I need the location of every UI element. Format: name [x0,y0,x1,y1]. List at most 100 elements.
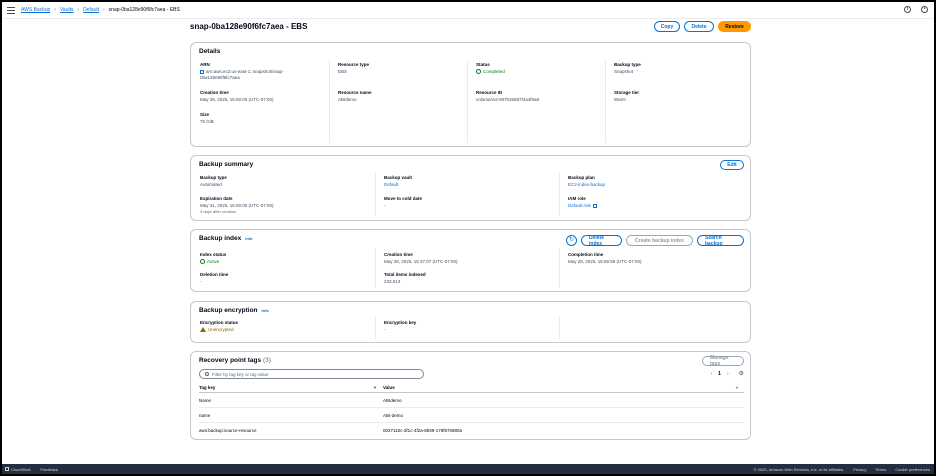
encryption-info-link[interactable]: Info [262,308,269,313]
vault-field: Backup vault Default [384,175,412,188]
column-tag-key-label: Tag key [199,384,216,390]
sort-icon[interactable]: ▼ [373,385,377,390]
encryption-status-label: Encryption status [200,320,239,325]
copy-icon[interactable] [200,69,204,74]
tags-title: Recovery point tags [199,357,262,364]
column-value-label: Value [383,384,395,390]
vault-label: Backup vault [384,175,413,180]
delete-button[interactable]: Delete [684,21,714,32]
items-indexed-field: Total items indexed 233,613 [384,272,426,285]
page-title: snap-0ba128e90f6fc7aea - EBS [190,22,308,31]
feedback-link[interactable]: Feedback [40,467,58,472]
backup-type-value: Snapshot [614,69,634,74]
resource-id-field: Resource ID volume/vol-087b35887f4a4f9a8 [476,90,539,103]
encryption-status-field: Encryption status Unencrypted [200,320,238,333]
search-icon [205,372,209,376]
column-tag-key[interactable]: Tag key ▼ [199,385,383,390]
cloudshell-button[interactable]: CloudShell [5,467,30,472]
encryption-key-value: - [384,327,386,332]
column-value[interactable]: Value ▿ [383,385,744,390]
page-number[interactable]: 1 [718,371,721,377]
index-creation-label: Creation time [384,252,413,257]
backup-index-panel: Backup index Info ↻ Delete index Create b… [190,229,751,292]
plan-link[interactable]: EC2-index-backup [568,182,605,188]
breadcrumb: AWS Backup › Vaults › Default › snap-0ba… [21,7,180,13]
settings-icon[interactable]: • [921,6,928,13]
plan-field: Backup plan EC2-index-backup [568,175,605,188]
backup-type-field: Backup type Snapshot [614,62,641,75]
edit-button[interactable]: Edit [720,160,744,170]
cookie-preferences-link[interactable]: Cookie preferences [895,467,930,472]
iam-field: IAM role Default role [568,196,598,209]
terms-link[interactable]: Terms [875,467,886,472]
iam-label: IAM role [568,196,586,201]
status-success-icon [476,69,481,75]
cold-label: Move to cold date [384,196,423,201]
chevron-left-icon[interactable]: ‹ [710,371,712,377]
deletion-time-field: Deletion time - [200,272,228,285]
deletion-time-label: Deletion time [200,272,229,277]
index-status-label: Index status [200,252,227,257]
chevron-right-icon: › [54,7,56,13]
backup-summary-panel: Backup summary Edit Backup type Automate… [190,155,751,221]
restore-button[interactable]: Restore [718,21,751,32]
vault-link[interactable]: Default [384,182,412,188]
warning-icon [200,327,206,333]
storage-tier-value: Warm [614,97,626,102]
info-icon[interactable]: i [904,6,911,13]
details-title: Details [199,48,221,55]
size-label: Size [200,112,210,117]
resource-id-label: Resource ID [476,90,503,95]
main-content: snap-0ba128e90f6fc7aea - EBS Copy Delete… [189,18,751,440]
top-navigation: AWS Backup › Vaults › Default › snap-0ba… [2,2,934,19]
gear-icon[interactable]: ⚙ [739,370,744,377]
delete-index-button[interactable]: Delete index [581,235,622,247]
tag-value-cell: ABIdemo [383,397,402,403]
expiration-sub: 3 days after creation [200,209,237,214]
index-creation-value: May 28, 2025, 15:37:07 (UTC-07:00) [384,259,458,264]
menu-icon[interactable] [7,6,15,14]
arn-field: ARN arn:aws:ec2:us-east-1::snapshot/snap… [200,62,284,81]
index-completion-field: Completion time May 28, 2025, 15:56:59 (… [568,252,642,265]
tags-panel: Recovery point tags (3) Manage tags Filt… [190,351,751,440]
index-info-link[interactable]: Info [245,236,252,241]
resource-type-label: Resource type [338,62,370,67]
storage-tier-label: Storage tier [614,90,640,95]
resource-name-field: Resource name ABIdemo [338,90,372,103]
encryption-title-row: Backup encryption Info [199,307,269,314]
sort-icon[interactable]: ▿ [736,385,738,390]
summary-backup-type-value: Automated [200,182,222,187]
chevron-right-icon: › [103,7,105,13]
tag-filter-input[interactable]: Filter by tag key or tag value [199,369,424,379]
summary-backup-type-field: Backup type Automated [200,175,227,188]
refresh-icon[interactable]: ↻ [566,235,577,246]
index-creation-field: Creation time May 28, 2025, 15:37:07 (UT… [384,252,458,265]
creation-time-value: May 28, 2025, 15:00:00 (UTC-07:00) [200,97,274,102]
search-backup-button[interactable]: Search backup [697,235,744,247]
breadcrumb-default[interactable]: Default [83,7,99,13]
chevron-right-icon[interactable]: › [727,371,729,377]
chevron-right-icon: › [77,7,80,13]
table-row: Name ABIdemo [199,393,744,408]
privacy-link[interactable]: Privacy [853,467,866,472]
resource-id-value: volume/vol-087b35887f4a4f9a8 [476,97,540,102]
breadcrumb-vaults[interactable]: Vaults [60,7,74,13]
copy-button[interactable]: Copy [654,21,680,32]
tags-count: (3) [262,357,271,364]
encryption-status-value: Unencrypted [208,327,234,332]
resource-name-value: ABIdemo [338,97,357,102]
summary-backup-type-label: Backup type [200,175,227,180]
summary-title: Backup summary [199,161,254,168]
resource-type-field: Resource type EBS [338,62,369,75]
copyright-text: © 2025, Amazon Web Services, Inc. or its… [753,466,845,472]
plan-label: Backup plan [568,175,595,180]
iam-link[interactable]: Default role [568,203,591,208]
index-status-value: Active [207,259,220,264]
breadcrumb-aws-backup[interactable]: AWS Backup [21,7,50,13]
index-completion-label: Completion time [568,252,604,257]
manage-tags-button[interactable]: Manage tags [702,355,744,367]
tags-title-row: Recovery point tags (3) [199,357,271,364]
expiration-label: Expiration date [200,196,233,201]
size-value: 75 GiB [200,119,214,124]
backup-type-label: Backup type [614,62,641,67]
